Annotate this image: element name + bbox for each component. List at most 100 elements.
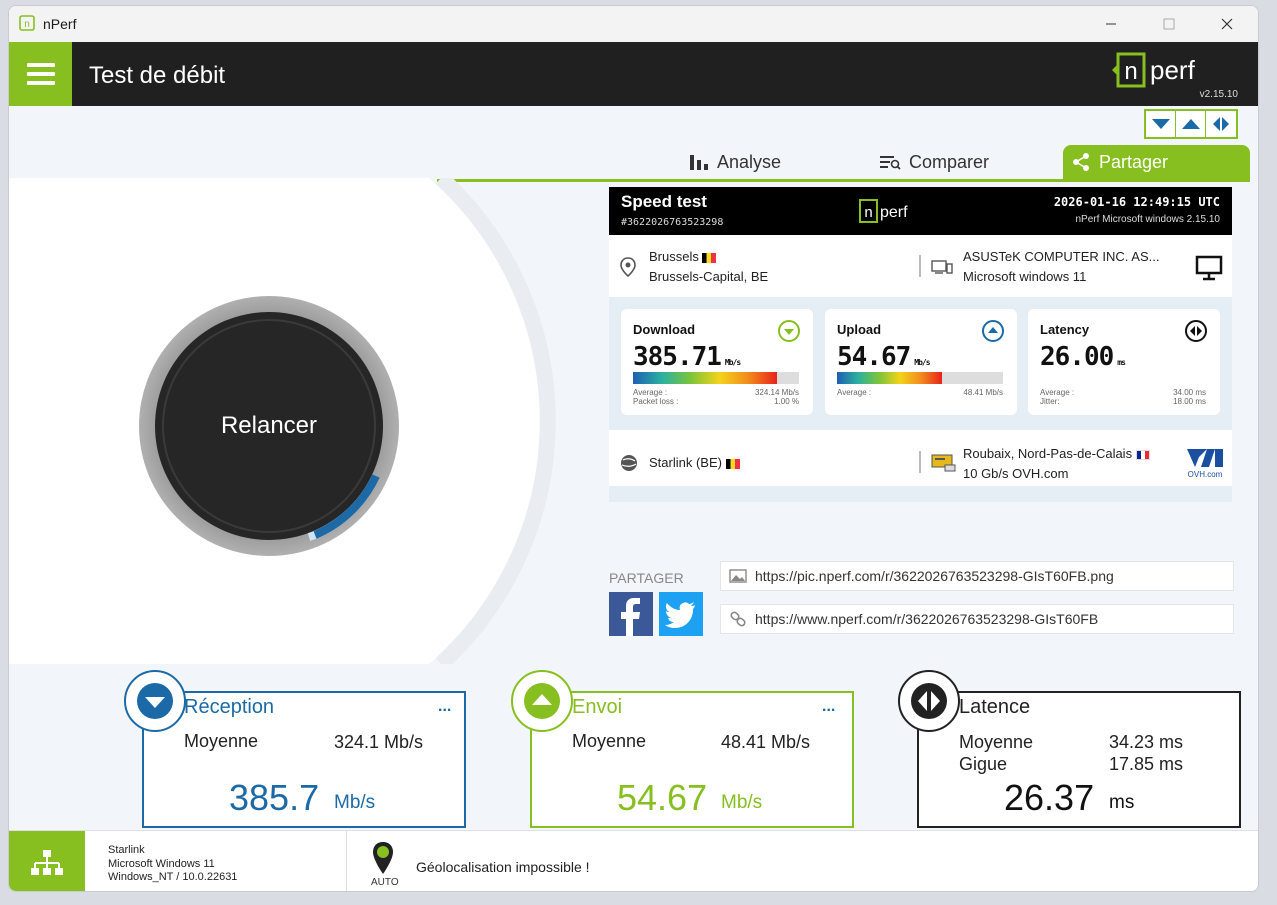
- image-icon: [729, 569, 747, 583]
- network-icon: [31, 849, 63, 875]
- maximize-button[interactable]: [1146, 6, 1192, 42]
- card-footer-strip: [609, 486, 1232, 502]
- upload-bar: [837, 372, 1003, 384]
- svg-text:perf: perf: [880, 204, 908, 221]
- toggle-latency-button[interactable]: [1206, 111, 1236, 137]
- facebook-share-button[interactable]: [609, 592, 653, 636]
- app-header: Test de débit n perf v2.15.10: [9, 42, 1258, 106]
- latence-unit: ms: [1109, 792, 1135, 813]
- page-link-field[interactable]: https://www.nperf.com/r/3622026763523298…: [720, 604, 1234, 634]
- latency-value: 26.00 ms: [1040, 342, 1126, 372]
- latency-label: Latency: [1040, 322, 1090, 337]
- relaunch-dial[interactable]: Relancer: [139, 296, 399, 556]
- upload-circle-icon: [982, 320, 1004, 342]
- tab-analyse-label: Analyse: [717, 151, 782, 172]
- latence-avg-label: Moyenne: [959, 732, 1034, 752]
- reception-title: Réception: [184, 696, 275, 718]
- tab-comparer[interactable]: Comparer: [879, 145, 989, 179]
- envoi-more-button[interactable]: ...: [822, 698, 835, 716]
- window-title: nPerf: [43, 16, 77, 32]
- geolocation-panel[interactable]: AUTO Géolocalisation impossible !: [346, 831, 1258, 891]
- result-card-header: Speed test #3622026763523298 n perf 2026…: [609, 187, 1232, 235]
- latency-avg: 34.00 ms: [1173, 388, 1206, 397]
- location-pin-icon: [620, 257, 636, 277]
- map-pin-icon: [373, 842, 393, 874]
- page-link-text: https://www.nperf.com/r/3622026763523298…: [755, 611, 1099, 627]
- system-isp: Starlink: [108, 844, 145, 856]
- download-label: Download: [633, 322, 696, 337]
- reception-more-button[interactable]: ...: [438, 698, 451, 716]
- latency-jitter: 18.00 ms: [1173, 397, 1206, 406]
- result-city: Brussels: [649, 249, 717, 264]
- share-icon: [1073, 153, 1089, 171]
- compare-icon: [880, 156, 901, 170]
- latency-avg-label: Average :: [1040, 388, 1075, 397]
- nperf-logo: n perf v2.15.10: [1110, 50, 1240, 102]
- latency-arrows-icon: [1213, 117, 1229, 131]
- download-icon: [137, 683, 173, 719]
- envoi-value: 54.67: [617, 777, 708, 818]
- relaunch-label: Relancer: [220, 412, 318, 439]
- toggle-upload-button[interactable]: [1176, 111, 1206, 137]
- network-button[interactable]: [9, 831, 85, 891]
- link-icon: [730, 611, 746, 627]
- result-title: Speed test: [621, 192, 707, 211]
- latency-jitter-label: Jitter:: [1040, 397, 1060, 406]
- svg-text:perf: perf: [1150, 55, 1196, 85]
- result-app-version: nPerf Microsoft windows 2.15.10: [1075, 214, 1220, 225]
- download-value: 385.71 Mb/s: [633, 342, 741, 372]
- latency-circle-icon: [1185, 320, 1207, 342]
- reception-avg-label: Moyenne: [184, 731, 259, 751]
- hamburger-icon: [26, 63, 55, 67]
- result-card: Speed test #3622026763523298 n perf 2026…: [609, 187, 1232, 502]
- tab-partager-label: Partager: [1099, 151, 1169, 172]
- status-bar: Starlink Microsoft Windows 11 Windows_NT…: [9, 830, 1258, 891]
- triangle-down-icon: [1151, 119, 1170, 129]
- france-flag-icon: [1135, 449, 1150, 460]
- triangle-up-icon: [1181, 119, 1200, 129]
- download-card: Download 385.71 Mb/s Average : 324.14 Mb/…: [621, 309, 813, 415]
- close-button[interactable]: [1204, 6, 1250, 42]
- twitter-share-button[interactable]: [659, 592, 703, 636]
- result-os: Microsoft windows 11: [963, 269, 1087, 284]
- nperf-app-icon: n: [19, 15, 35, 31]
- close-icon: [1221, 18, 1233, 30]
- download-loss: 1.00 %: [774, 397, 799, 406]
- download-avg-label: Average :: [633, 388, 668, 397]
- minimize-button[interactable]: [1088, 6, 1134, 42]
- divider: [919, 255, 921, 277]
- upload-icon: [524, 683, 560, 719]
- reception-unit: Mb/s: [334, 792, 376, 813]
- geo-message: Géolocalisation impossible !: [416, 859, 590, 875]
- tab-bar: Analyse Comparer Partager: [437, 145, 1250, 182]
- twitter-icon: [665, 602, 695, 628]
- result-isp: Starlink (BE): [649, 455, 740, 470]
- minimize-icon: [1106, 23, 1116, 25]
- server-location: Roubaix, Nord-Pas-de-Calais: [963, 446, 1150, 461]
- download-bar: [633, 372, 799, 384]
- latence-jitter-label: Gigue: [959, 754, 1008, 774]
- latence-avg: 34.23 ms: [1109, 732, 1184, 752]
- divider: [919, 451, 921, 473]
- toggle-download-button[interactable]: [1146, 111, 1176, 137]
- envoi-title: Envoi: [572, 696, 623, 718]
- result-date: 2026-01-16 12:49:15 UTC: [1053, 195, 1220, 209]
- image-link-field[interactable]: https://pic.nperf.com/r/3622026763523298…: [720, 561, 1234, 591]
- envoi-avg-label: Moyenne: [572, 731, 647, 751]
- latency-icon: [911, 683, 947, 719]
- nperf-mini-logo: n perf: [859, 199, 908, 223]
- latence-value: 26.37: [1004, 777, 1095, 818]
- tab-partager[interactable]: Partager: [1063, 145, 1250, 179]
- location-row: Brussels Brussels-Capital, BE ASUSTeK CO…: [609, 239, 1232, 295]
- belgium-flag-icon: [725, 458, 740, 469]
- download-bar-fill: [633, 372, 778, 384]
- system-os: Microsoft Windows 11: [108, 857, 215, 870]
- upload-avg: 48.41 Mb/s: [963, 388, 1003, 397]
- hamburger-menu-button[interactable]: [9, 42, 72, 106]
- title-bar: n nPerf: [9, 6, 1258, 42]
- upload-card: Upload 54.67 Mb/s Average : 48.41 Mb/s: [825, 309, 1017, 415]
- server-icon: [931, 454, 956, 472]
- reception-avg: 324.1 Mb/s: [334, 732, 424, 752]
- latence-badge: [898, 670, 960, 732]
- tab-analyse[interactable]: Analyse: [689, 145, 781, 179]
